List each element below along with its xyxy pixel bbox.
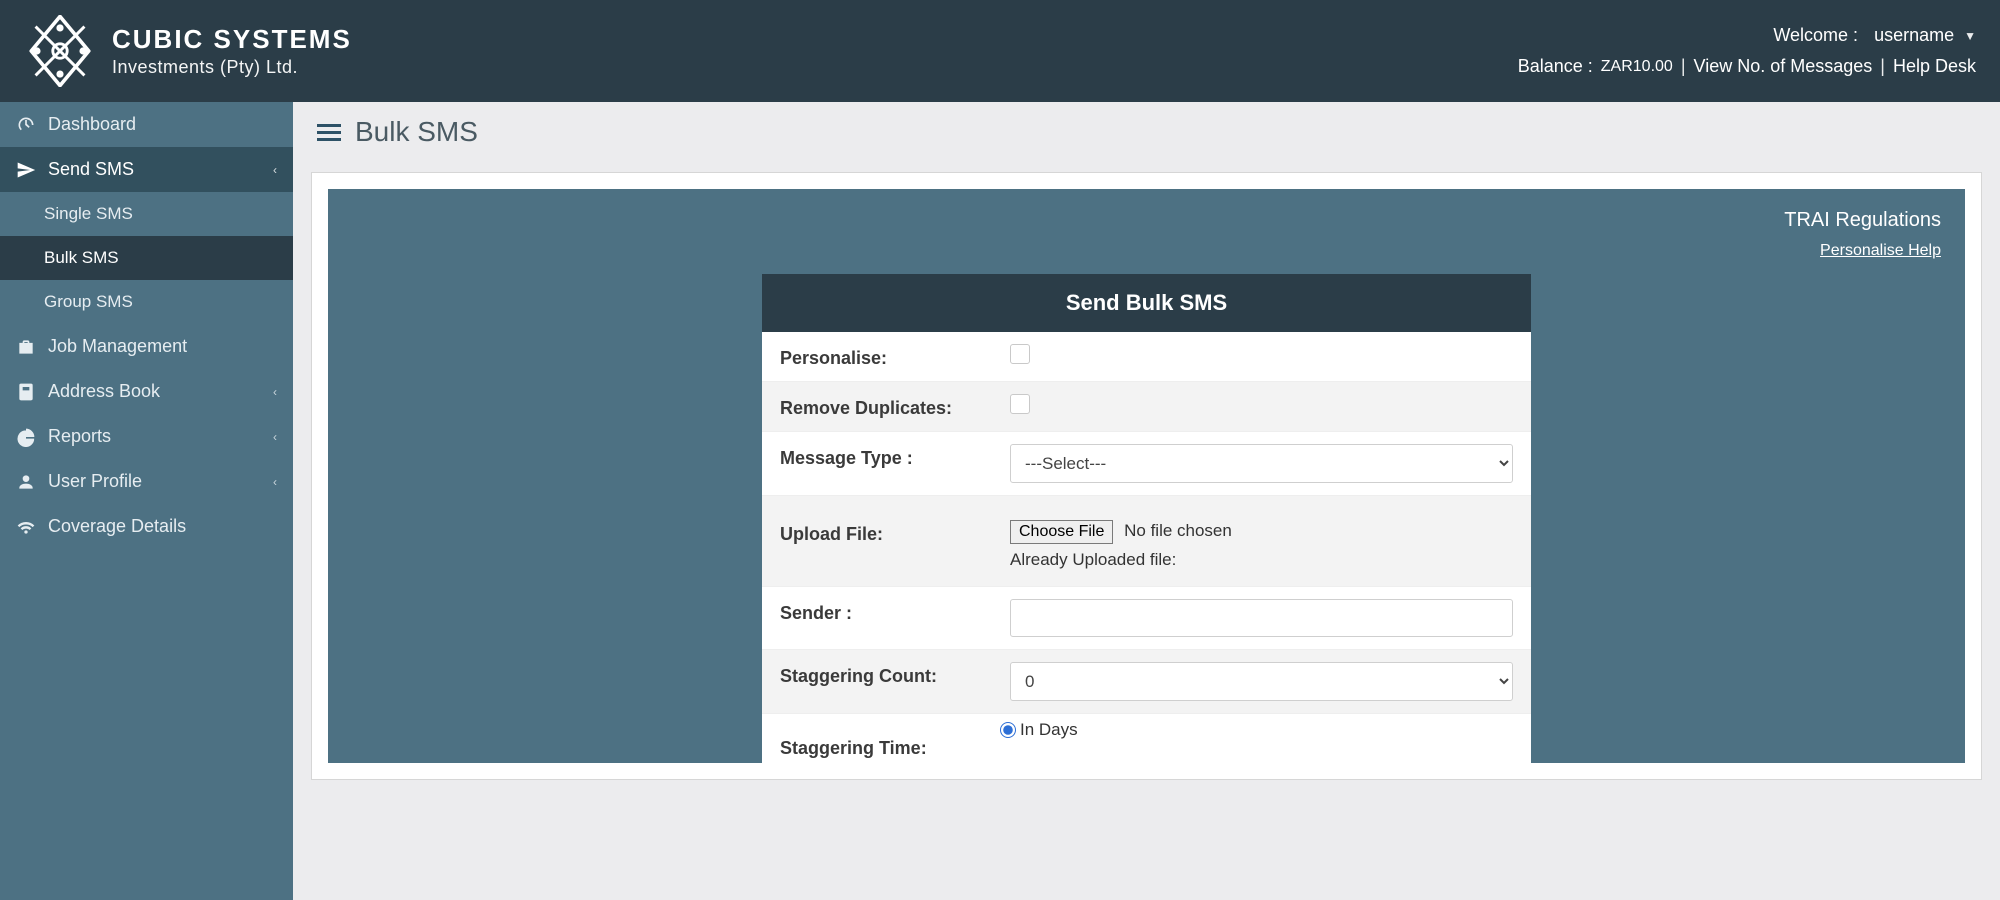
logo-icon — [24, 15, 96, 87]
send-icon — [16, 160, 36, 180]
separator: | — [1880, 56, 1885, 77]
balance-value: ZAR10.00 — [1601, 58, 1673, 76]
chevron-left-icon: ‹ — [273, 475, 277, 489]
regulations-text: TRAI Regulations — [328, 201, 1965, 232]
sidebar-item-label: Job Management — [48, 336, 187, 357]
help-desk-link[interactable]: Help Desk — [1893, 56, 1976, 77]
personalise-checkbox[interactable] — [1010, 344, 1030, 364]
welcome-label: Welcome : — [1773, 25, 1858, 46]
sidebar-item-single-sms[interactable]: Single SMS — [0, 192, 293, 236]
chevron-left-icon: ‹ — [273, 385, 277, 399]
staggering-time-in-days-radio[interactable] — [1000, 722, 1016, 738]
sidebar-item-label: Dashboard — [48, 114, 136, 135]
sidebar-item-reports[interactable]: Reports ‹ — [0, 414, 293, 459]
form-card: Send Bulk SMS Personalise: Remove Duplic… — [762, 274, 1531, 763]
message-type-label: Message Type : — [780, 444, 1010, 469]
sidebar-item-dashboard[interactable]: Dashboard — [0, 102, 293, 147]
form-row-remove-duplicates: Remove Duplicates: — [762, 381, 1531, 431]
username-text: username — [1874, 25, 1954, 46]
staggering-time-label: Staggering Time: — [780, 720, 1010, 759]
sidebar-item-label: Reports — [48, 426, 111, 447]
wifi-icon — [16, 517, 36, 537]
sidebar-item-address-book[interactable]: Address Book ‹ — [0, 369, 293, 414]
sidebar-item-user-profile[interactable]: User Profile ‹ — [0, 459, 293, 504]
form-row-upload-file: Upload File: Choose File No file chosen … — [762, 495, 1531, 586]
form-row-staggering-count: Staggering Count: 0 — [762, 649, 1531, 713]
sidebar-item-bulk-sms[interactable]: Bulk SMS — [0, 236, 293, 280]
sidebar-item-group-sms[interactable]: Group SMS — [0, 280, 293, 324]
username-menu[interactable]: username ▼ — [1874, 25, 1976, 46]
menu-toggle-icon[interactable] — [317, 124, 341, 141]
sidebar-item-label: Group SMS — [44, 292, 133, 312]
sidebar-item-send-sms[interactable]: Send SMS ‹ — [0, 147, 293, 192]
staggering-time-in-days-label: In Days — [1020, 720, 1078, 740]
choose-file-status: No file chosen — [1124, 521, 1232, 540]
view-messages-link[interactable]: View No. of Messages — [1694, 56, 1873, 77]
form-row-staggering-time: Staggering Time: In Days — [762, 713, 1531, 763]
brand-subtitle: Investments (Pty) Ltd. — [112, 57, 352, 78]
personalise-label: Personalise: — [780, 344, 1010, 369]
header-right: Welcome : username ▼ Balance : ZAR10.00 … — [1518, 25, 1976, 77]
remove-duplicates-checkbox[interactable] — [1010, 394, 1030, 414]
panel-dark: TRAI Regulations Personalise Help Send B… — [328, 189, 1965, 763]
content-area: Bulk SMS TRAI Regulations Personalise He… — [293, 102, 2000, 900]
sidebar-item-coverage-details[interactable]: Coverage Details — [0, 504, 293, 549]
sender-input[interactable] — [1010, 599, 1513, 637]
sidebar-item-job-management[interactable]: Job Management — [0, 324, 293, 369]
sidebar-item-label: User Profile — [48, 471, 142, 492]
choose-file-button[interactable]: Choose File — [1010, 520, 1113, 544]
chevron-left-icon: ‹ — [273, 163, 277, 177]
chevron-left-icon: ‹ — [273, 430, 277, 444]
page-title-bar: Bulk SMS — [293, 102, 2000, 162]
sidebar-item-label: Single SMS — [44, 204, 133, 224]
staggering-count-select[interactable]: 0 — [1010, 662, 1513, 701]
book-icon — [16, 382, 36, 402]
chevron-down-icon: ▼ — [1964, 29, 1976, 43]
user-icon — [16, 472, 36, 492]
panel-outer: TRAI Regulations Personalise Help Send B… — [311, 172, 1982, 780]
sidebar-item-label: Bulk SMS — [44, 248, 119, 268]
separator: | — [1681, 56, 1686, 77]
form-row-personalise: Personalise: — [762, 332, 1531, 381]
personalise-help-link[interactable]: Personalise Help — [1820, 242, 1941, 259]
briefcase-icon — [16, 337, 36, 357]
sidebar-item-label: Coverage Details — [48, 516, 186, 537]
sender-label: Sender : — [780, 599, 1010, 624]
form-row-message-type: Message Type : ---Select--- — [762, 431, 1531, 495]
form-title: Send Bulk SMS — [762, 274, 1531, 332]
sidebar-item-label: Send SMS — [48, 159, 134, 180]
brand: CUBIC SYSTEMS Investments (Pty) Ltd. — [24, 15, 352, 87]
upload-file-label: Upload File: — [780, 520, 1010, 545]
message-type-select[interactable]: ---Select--- — [1010, 444, 1513, 483]
form-row-sender: Sender : — [762, 586, 1531, 649]
top-bar: CUBIC SYSTEMS Investments (Pty) Ltd. Wel… — [0, 0, 2000, 102]
sidebar-item-label: Address Book — [48, 381, 160, 402]
pie-icon — [16, 427, 36, 447]
staggering-count-label: Staggering Count: — [780, 662, 1010, 687]
page-title: Bulk SMS — [355, 116, 478, 148]
balance-label: Balance : — [1518, 56, 1593, 77]
already-uploaded-label: Already Uploaded file: — [1010, 550, 1513, 570]
brand-title: CUBIC SYSTEMS — [112, 24, 352, 55]
sidebar: Dashboard Send SMS ‹ Single SMS Bulk SMS… — [0, 102, 293, 900]
remove-duplicates-label: Remove Duplicates: — [780, 394, 1010, 419]
gauge-icon — [16, 115, 36, 135]
